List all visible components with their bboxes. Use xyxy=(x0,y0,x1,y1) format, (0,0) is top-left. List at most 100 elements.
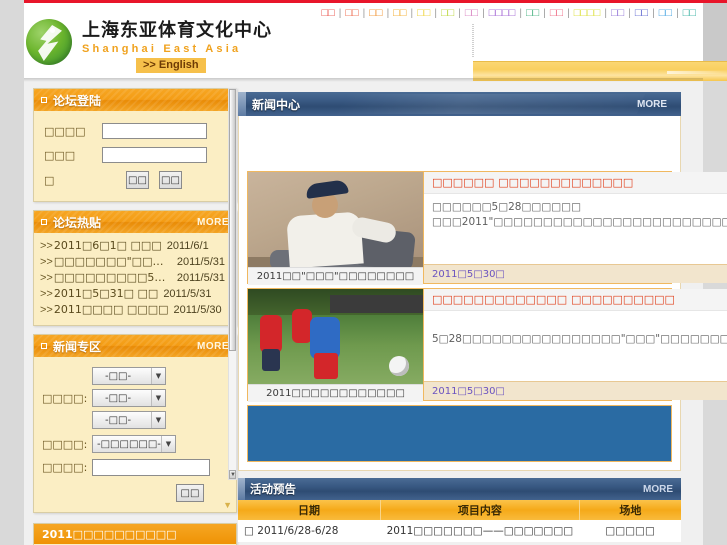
photo-feature-title: 2011□□□□□□□□□□ xyxy=(42,527,177,541)
forum-login-panel: 论坛登陆 □□□□ □□□ □ □□ □□ xyxy=(33,88,237,202)
news-category-select-1[interactable]: -□□- ▼ xyxy=(92,367,166,385)
nav-item-14[interactable]: □□ xyxy=(680,7,699,19)
login-button-row: □ □□ □□ xyxy=(44,171,226,189)
logo-title-cn: 上海东亚体育文化中心 xyxy=(82,20,272,41)
list-item-title[interactable]: 2011□5□31□ □□ xyxy=(54,286,158,302)
news-keyword-label: □□□□: xyxy=(42,461,88,474)
news-photo-soccer-match xyxy=(248,289,423,384)
list-item-date: 2011/5/31 xyxy=(176,256,225,268)
nav-item-10[interactable]: □□□□ xyxy=(571,7,604,19)
photo-fence xyxy=(330,295,423,313)
news-item-date: 2011□5□30□ xyxy=(432,268,505,280)
activity-schedule-more-link[interactable]: MORE xyxy=(643,484,673,495)
news-item[interactable]: 2011□□□□□□□□□□□□ □□□□□□□□□□□□□ □□□□□□□□□… xyxy=(247,288,727,402)
main-content: 新闻中心 MORE 2011□□"□□□"□□□□□□□□ □□□□□□ □□□… xyxy=(238,92,727,542)
username-input[interactable] xyxy=(102,123,207,139)
username-label: □□□□ xyxy=(44,124,86,138)
news-zone-panel: 新闻专区 MORE □□□□: -□□- ▼ -□□- ▼ -□□- ▼ □□□□: -□… xyxy=(33,334,237,513)
activity-schedule-header: 活动预告 MORE xyxy=(238,478,681,500)
news-zone-title: 新闻专区 xyxy=(53,339,102,354)
nav-item-13[interactable]: □□ xyxy=(656,7,675,19)
list-item[interactable]: >> □□□□□□□□□500□ 2011/5/31 xyxy=(40,270,230,286)
list-item[interactable]: >> 2011□6□1□ □□□ 2011/6/1 xyxy=(40,238,230,254)
nav-item-0[interactable]: □□ xyxy=(318,7,337,19)
list-item-title[interactable]: □□□□□□□□□500□ xyxy=(54,270,172,286)
nav-item-11[interactable]: □□ xyxy=(608,7,627,19)
password-row: □□□ xyxy=(44,147,226,163)
news-date-label: □□□□: xyxy=(42,437,88,451)
list-item-date: 2011/5/31 xyxy=(163,288,212,300)
activity-schedule-title: 活动预告 xyxy=(250,482,296,496)
nav-item-3[interactable]: □□ xyxy=(390,7,409,19)
news-date-row: □□□□: -□□□□□□- ▼ xyxy=(42,435,228,453)
square-bullet-icon xyxy=(41,97,47,103)
activity-cell-content: 2011□□□□□□□——□□□□□□□ xyxy=(386,525,574,537)
news-keyword-row: □□□□: xyxy=(42,459,228,476)
news-item-headline[interactable]: □□□□□□ □□□□□□□□□□□□□ xyxy=(424,172,727,194)
site-header: □□ | □□ | □□ | □□ | □□ | □□ | □□ | □□□□ | □□ | □□ | □□□□ | □□ |… xyxy=(24,3,727,81)
news-item-media[interactable]: 2011□□"□□□"□□□□□□□□ xyxy=(248,172,423,285)
list-item[interactable]: >> 2011□5□31□ □□ 2011/5/31 xyxy=(40,286,230,302)
logo-title-en: Shanghai East Asia xyxy=(82,43,242,55)
news-center-title: 新闻中心 xyxy=(252,97,301,112)
forum-login-header: 论坛登陆 xyxy=(34,89,236,111)
news-date-select[interactable]: -□□□□□□- ▼ xyxy=(92,435,176,453)
photo-feature-header: 2011□□□□□□□□□□ xyxy=(34,524,236,544)
square-bullet-icon xyxy=(41,219,47,225)
list-item[interactable]: >> □□□□□□□"□□□"□ 2011/5/31 xyxy=(40,254,230,270)
news-keyword-input[interactable] xyxy=(92,459,210,476)
nav-item-12[interactable]: □□ xyxy=(632,7,651,19)
nav-item-8[interactable]: □□ xyxy=(523,7,542,19)
panel-scroll-down-icon[interactable]: ▼ xyxy=(223,500,232,510)
nav-item-9[interactable]: □□ xyxy=(547,7,566,19)
sidebar-scrollbar[interactable]: ▼ xyxy=(228,88,237,480)
english-version-link[interactable]: >> English xyxy=(136,58,206,73)
sidebar-scroll-down-arrow-icon[interactable]: ▼ xyxy=(229,470,236,479)
forum-hot-posts-more-link[interactable]: MORE xyxy=(197,217,229,228)
login-extra-label: □ xyxy=(44,173,55,187)
list-item-title[interactable]: 2011□6□1□ □□□ xyxy=(54,238,162,254)
news-center-more-link[interactable]: MORE xyxy=(637,99,667,110)
forum-hot-posts-title: 论坛热贴 xyxy=(53,215,102,230)
site-logo[interactable]: 上海东亚体育文化中心 Shanghai East Asia >> English xyxy=(26,19,272,73)
news-zone-more-link[interactable]: MORE xyxy=(197,341,229,352)
activity-col-content: 项目内容 xyxy=(380,500,580,520)
list-item[interactable]: >> 2011□□□□ □□□□ 2011/5/30 xyxy=(40,302,230,318)
login-submit-button[interactable]: □□ xyxy=(126,171,149,189)
nav-item-2[interactable]: □□ xyxy=(366,7,385,19)
activity-cell-date: □ 2011/6/28-6/28 xyxy=(244,525,339,537)
news-item-text: □□□□□□□□□□□□□ □□□□□□□□□□ 5□28□□□□□□□□□□□… xyxy=(423,289,727,400)
news-photo-caption: 2011□□"□□□"□□□□□□□□ xyxy=(248,267,423,285)
list-item-date: 2011/5/30 xyxy=(173,304,222,316)
password-input[interactable] xyxy=(102,147,207,163)
logo-emblem-icon xyxy=(26,19,72,65)
news-search-button[interactable]: □□ xyxy=(176,484,204,502)
news-category-select-2[interactable]: -□□- ▼ xyxy=(92,389,166,407)
forum-hot-posts-list: >> 2011□6□1□ □□□ 2011/6/1 >> □□□□□□□"□□□"□ 20… xyxy=(34,233,236,325)
nav-item-5[interactable]: □□ xyxy=(438,7,457,19)
list-item-title[interactable]: 2011□□□□ □□□□ xyxy=(54,302,169,318)
list-arrow-icon: >> xyxy=(40,256,53,268)
news-item-summary: □□□□□□5□28□□□□□□ □□□2011"□□□□□□□□□□□□□□□… xyxy=(424,194,727,264)
photo-player-red-1 xyxy=(260,315,282,353)
news-item[interactable]: 2011□□"□□□"□□□□□□□□ □□□□□□ □□□□□□□□□□□□□… xyxy=(247,171,727,285)
nav-item-1[interactable]: □□ xyxy=(342,7,361,19)
table-row[interactable]: □ 2011/6/28-6/28 2011□□□□□□□——□□□□□□□ □□□□… xyxy=(238,520,681,542)
nav-item-7[interactable]: □□□□ xyxy=(486,7,519,19)
news-date-select-value: -□□□□□□- xyxy=(97,438,161,450)
nav-item-4[interactable]: □□ xyxy=(414,7,433,19)
news-item-footer: 2011□5□30□ □□□□ >> xyxy=(424,381,727,400)
news-item-headline[interactable]: □□□□□□□□□□□□□ □□□□□□□□□□ xyxy=(424,289,727,311)
header-shadow xyxy=(24,78,703,82)
square-bullet-icon xyxy=(41,343,47,349)
news-search-row: □□ xyxy=(42,484,228,502)
nav-item-6[interactable]: □□ xyxy=(462,7,481,19)
news-photo-person-sitting xyxy=(248,172,423,267)
news-category-select-3[interactable]: -□□- ▼ xyxy=(92,411,166,429)
news-category-label: □□□□: xyxy=(42,391,88,405)
activity-table-header-row: 日期 项目内容 场地 xyxy=(238,500,681,520)
sidebar-scrollbar-thumb[interactable] xyxy=(229,89,236,351)
list-item-title[interactable]: □□□□□□□"□□□"□ xyxy=(54,254,172,270)
news-item-media[interactable]: 2011□□□□□□□□□□□□ xyxy=(248,289,423,402)
login-reset-button[interactable]: □□ xyxy=(159,171,182,189)
